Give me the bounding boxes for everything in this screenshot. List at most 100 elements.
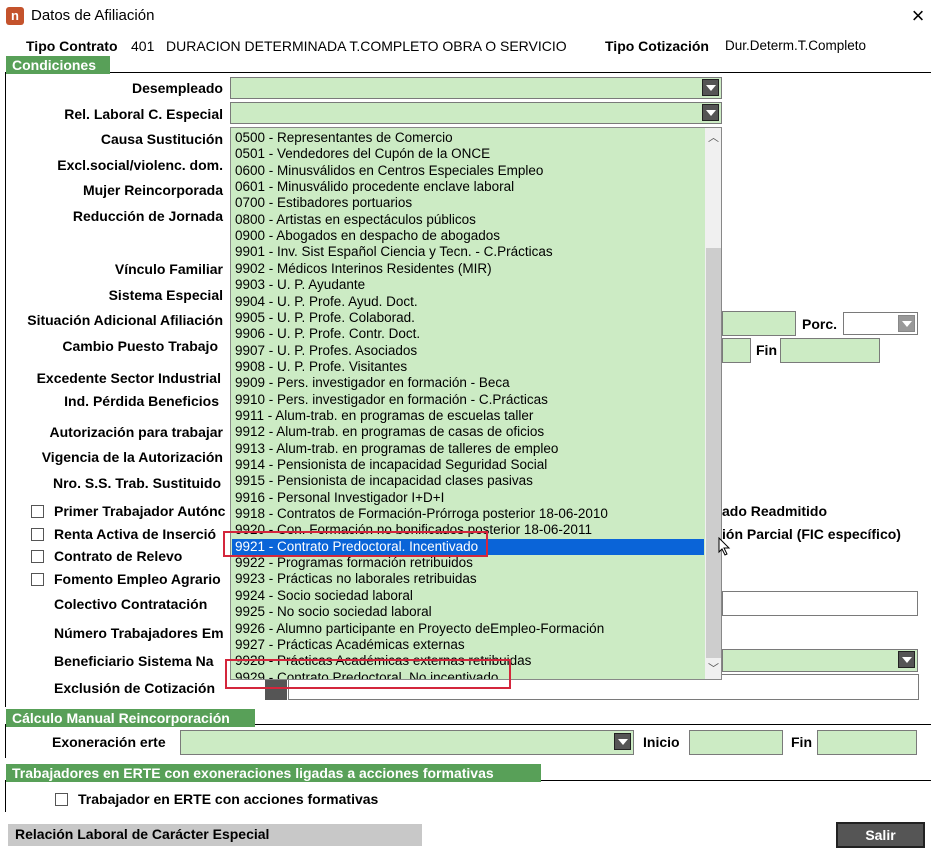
ind-perdida-label: Ind. Pérdida Beneficios [64, 393, 219, 409]
condiciones-header: Condiciones [6, 56, 110, 74]
erte-header: Trabajadores en ERTE con exoneraciones l… [6, 764, 541, 782]
chevron-down-icon[interactable] [702, 79, 719, 96]
list-item[interactable]: 9918 - Contratos de Formación-Prórroga p… [232, 506, 704, 522]
scroll-thumb[interactable] [706, 248, 721, 658]
porc-label: Porc. [802, 316, 838, 332]
list-item[interactable]: 9913 - Alum-trab. en programas de taller… [232, 441, 704, 457]
status-bar: Relación Laboral de Carácter Especial [8, 824, 422, 846]
window-title: Datos de Afiliación [31, 7, 155, 24]
reduccion-jornada-label: Reducción de Jornada [72, 208, 223, 224]
calculo-header: Cálculo Manual Reincorporación [6, 709, 255, 727]
fomento-empleo-label: Fomento Empleo Agrario [54, 571, 221, 587]
fin-label: Fin [791, 734, 812, 750]
list-scrollbar[interactable]: ︿ ﹀ [705, 128, 721, 679]
rel-laboral-select[interactable] [230, 102, 722, 124]
autorizacion-label: Autorización para trabajar [49, 424, 224, 440]
list-item[interactable]: 9910 - Pers. investigador en formación -… [232, 392, 704, 408]
list-item[interactable]: 9901 - Inv. Sist Español Ciencia y Tecn.… [232, 244, 704, 260]
list-item[interactable]: 9927 - Prácticas Académicas externas [232, 637, 704, 653]
list-item[interactable]: 9904 - U. P. Profe. Ayud. Doct. [232, 294, 704, 310]
tipo-contrato-code: 401 [131, 38, 155, 54]
list-item[interactable]: 9906 - U. P. Profe. Contr. Doct. [232, 326, 704, 342]
numero-trabajadores-label: Número Trabajadores Em [54, 625, 224, 641]
mujer-reincorporada-label: Mujer Reincorporada [82, 182, 223, 198]
exoneracion-label: Exoneración erte [52, 734, 166, 750]
vinculo-familiar-label: Vínculo Familiar [114, 261, 223, 277]
tipo-contrato-label: Tipo Contrato [26, 38, 118, 54]
list-item[interactable]: 9907 - U. P. Profes. Asociados [232, 343, 704, 359]
list-item[interactable]: 0600 - Minusválidos en Centros Especiale… [232, 163, 704, 179]
colectivo-label: Colectivo Contratación [54, 596, 208, 612]
list-item[interactable]: 0601 - Minusválido procedente enclave la… [232, 179, 704, 195]
list-item[interactable]: 0500 - Representantes de Comercio [232, 130, 704, 146]
list-item[interactable]: 0700 - Estibadores portuarios [232, 195, 704, 211]
sistema-especial-label: Sistema Especial [108, 287, 223, 303]
scroll-up-icon[interactable]: ︿ [705, 130, 721, 147]
beneficiario-label: Beneficiario Sistema Na [54, 653, 214, 669]
beneficiario-select[interactable] [722, 649, 918, 672]
renta-activa-label: Renta Activa de Inserció [54, 526, 217, 542]
chevron-down-icon[interactable] [898, 651, 915, 668]
list-item[interactable]: 9922 - Programas formación retribuidos [232, 555, 704, 571]
parcial-label: ión Parcial (FIC específico) [722, 526, 901, 542]
list-item[interactable]: 9914 - Pensionista de incapacidad Seguri… [232, 457, 704, 473]
chevron-down-icon[interactable] [702, 104, 719, 121]
list-item[interactable]: 9924 - Socio sociedad laboral [232, 588, 704, 604]
primer-trabajador-label: Primer Trabajador Autónc [54, 503, 226, 519]
list-item[interactable]: 0900 - Abogados en despacho de abogados [232, 228, 704, 244]
situacion-adicional-label: Situación Adicional Afiliación [27, 312, 223, 328]
list-item[interactable]: 9911 - Alum-trab. en programas de escuel… [232, 408, 704, 424]
cambio-puesto-inicio-field[interactable] [722, 338, 751, 363]
desempleado-select[interactable] [230, 77, 722, 99]
fin-field[interactable] [817, 730, 917, 755]
list-item[interactable]: 0501 - Vendedores del Cupón de la ONCE [232, 146, 704, 162]
colectivo-field[interactable] [722, 591, 918, 616]
inicio-label: Inicio [643, 734, 680, 750]
list-item[interactable]: 0800 - Artistas en espectáculos públicos [232, 212, 704, 228]
primer-trabajador-checkbox[interactable] [31, 505, 44, 518]
mouse-cursor-icon [718, 537, 731, 556]
chevron-down-icon[interactable] [898, 315, 915, 332]
erte-checkbox[interactable] [55, 793, 68, 806]
chevron-down-icon[interactable] [614, 733, 631, 750]
list-item[interactable]: 9926 - Alumno participante en Proyecto d… [232, 621, 704, 637]
readmitido-label: ado Readmitido [722, 503, 828, 519]
close-icon[interactable]: × [906, 3, 930, 29]
tipo-contrato-desc: DURACION DETERMINADA T.COMPLETO OBRA O S… [166, 38, 567, 54]
condiciones-top-line [5, 72, 931, 73]
highlight-box-incentivado [223, 531, 488, 557]
cambio-puesto-fin-field[interactable] [780, 338, 880, 363]
erte-checkbox-label: Trabajador en ERTE con acciones formativ… [78, 791, 379, 807]
inicio-field[interactable] [689, 730, 783, 755]
fin-label: Fin [756, 342, 777, 358]
list-item[interactable]: 9915 - Pensionista de incapacidad clases… [232, 473, 704, 489]
rel-laboral-label: Rel. Laboral C. Especial [64, 106, 223, 122]
list-item[interactable]: 9903 - U. P. Ayudante [232, 277, 704, 293]
list-item[interactable]: 9902 - Médicos Interinos Residentes (MIR… [232, 261, 704, 277]
rel-laboral-dropdown-list[interactable]: 0500 - Representantes de Comercio 0501 - … [230, 127, 722, 680]
list-item[interactable]: 9908 - U. P. Profe. Visitantes [232, 359, 704, 375]
erte-left-line [5, 780, 6, 812]
contrato-relevo-checkbox[interactable] [31, 550, 44, 563]
scroll-down-icon[interactable]: ﹀ [705, 661, 721, 678]
list-item[interactable]: 9912 - Alum-trab. en programas de casas … [232, 424, 704, 440]
salir-button[interactable]: Salir [836, 822, 925, 848]
situacion-adicional-field[interactable] [722, 311, 796, 336]
desempleado-label: Desempleado [131, 80, 223, 96]
exoneracion-select[interactable] [180, 730, 634, 755]
exclusion-label: Exclusión de Cotización [54, 680, 216, 696]
tipo-cotizacion-label: Tipo Cotización [605, 38, 709, 54]
renta-activa-checkbox[interactable] [31, 528, 44, 541]
contrato-relevo-label: Contrato de Relevo [54, 548, 183, 564]
list-item[interactable]: 9905 - U. P. Profe. Colaborad. [232, 310, 704, 326]
causa-sustitucion-label: Causa Sustitución [100, 131, 223, 147]
list-item[interactable]: 9909 - Pers. investigador en formación -… [232, 375, 704, 391]
condiciones-left-line [5, 72, 6, 707]
calculo-left-line [5, 724, 6, 758]
list-item[interactable]: 9916 - Personal Investigador I+D+I [232, 490, 704, 506]
nro-ss-label: Nro. S.S. Trab. Sustituido [52, 475, 221, 491]
fomento-empleo-checkbox[interactable] [31, 573, 44, 586]
excedente-label: Excedente Sector Industrial [36, 370, 221, 386]
list-item[interactable]: 9925 - No socio sociedad laboral [232, 604, 704, 620]
list-item[interactable]: 9923 - Prácticas no laborales retribuida… [232, 571, 704, 587]
